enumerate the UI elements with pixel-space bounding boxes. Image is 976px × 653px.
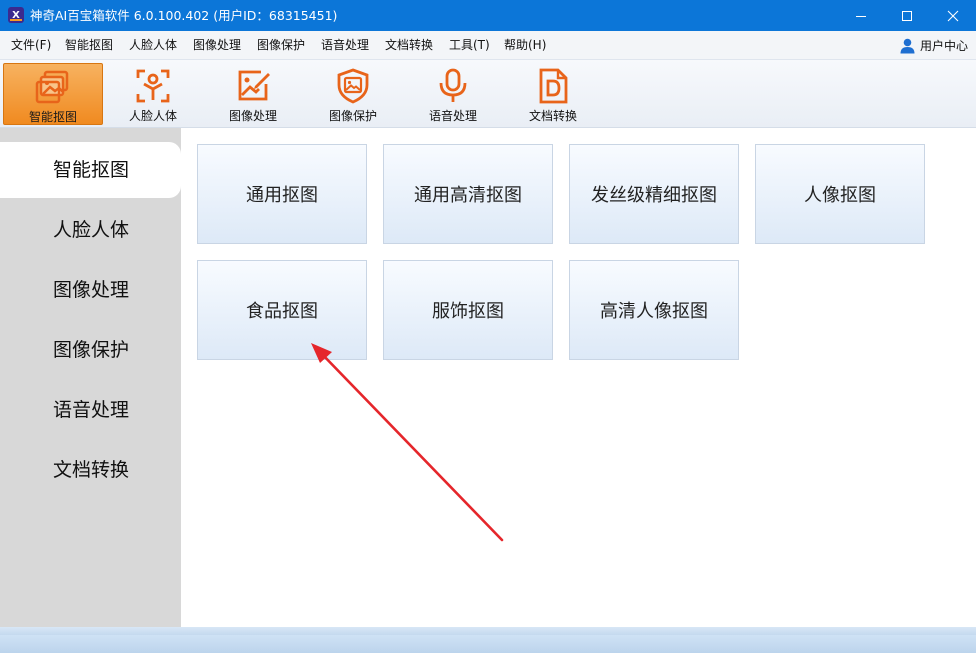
sidebar-item-smart-cutout[interactable]: 智能抠图 [0,142,181,198]
document-convert-icon [539,68,568,104]
tool-image-protection[interactable]: 图像保护 [303,63,403,125]
card-clothing-cutout[interactable]: 服饰抠图 [383,260,553,360]
menu-file[interactable]: 文件(F) [11,31,51,60]
card-general-cutout[interactable]: 通用抠图 [197,144,367,244]
menu-help[interactable]: 帮助(H) [504,31,546,60]
menu-smart-cutout[interactable]: 智能抠图 [65,31,113,60]
menu-document-convert[interactable]: 文档转换 [385,31,433,60]
window-title: 神奇AI百宝箱软件 6.0.100.402 (用户ID：68315451) [30,8,338,23]
card-general-hd-cutout[interactable]: 通用高清抠图 [383,144,553,244]
user-center-label: 用户中心 [920,39,969,53]
maximize-icon [902,10,912,21]
menu-face-body[interactable]: 人脸人体 [129,31,177,60]
user-icon [900,38,915,53]
tool-smart-cutout[interactable]: 智能抠图 [3,63,103,125]
bottom-divider [0,627,976,635]
card-hair-fine-cutout[interactable]: 发丝级精细抠图 [569,144,739,244]
tool-label: 图像保护 [328,109,377,123]
microphone-icon [439,68,467,102]
title-bar: X 神奇AI百宝箱软件 6.0.100.402 (用户ID：68315451) [0,0,976,31]
tool-document-convert[interactable]: 文档转换 [503,63,603,125]
tool-label: 语音处理 [428,109,477,123]
image-shield-icon [337,68,369,104]
card-portrait-cutout[interactable]: 人像抠图 [755,144,925,244]
tool-label: 文档转换 [528,109,577,123]
menu-image-protection[interactable]: 图像保护 [257,31,305,60]
sidebar-item-image-processing[interactable]: 图像处理 [0,262,181,318]
function-panel: 通用抠图 通用高清抠图 发丝级精细抠图 人像抠图 食品抠图 服饰抠图 高清人像抠… [181,128,976,627]
image-stack-icon [35,70,69,104]
face-body-icon [136,69,170,103]
app-logo-icon: X [8,7,24,23]
tool-face-body[interactable]: 人脸人体 [103,63,203,125]
sidebar-item-voice-processing[interactable]: 语音处理 [0,382,181,438]
menu-image-processing[interactable]: 图像处理 [193,31,241,60]
menu-tools[interactable]: 工具(T) [449,31,490,60]
tool-voice-processing[interactable]: 语音处理 [403,63,503,125]
minimize-button[interactable] [838,0,884,31]
toolbar: 智能抠图 人脸人体 图像处理 图像保护 语音处理 文档转换 [0,60,976,128]
sidebar-item-document-convert[interactable]: 文档转换 [0,442,181,498]
image-edit-icon [238,70,270,101]
sidebar-item-face-body[interactable]: 人脸人体 [0,202,181,258]
minimize-icon [856,15,866,17]
sidebar: 智能抠图 人脸人体 图像处理 图像保护 语音处理 文档转换 [0,128,181,627]
status-bar [0,635,976,653]
tool-label: 图像处理 [228,109,277,123]
card-food-cutout[interactable]: 食品抠图 [197,260,367,360]
tool-label: 智能抠图 [28,110,77,124]
sidebar-item-image-protection[interactable]: 图像保护 [0,322,181,378]
menu-bar: 文件(F) 智能抠图 人脸人体 图像处理 图像保护 语音处理 文档转换 工具(T… [0,31,976,60]
menu-voice-processing[interactable]: 语音处理 [321,31,369,60]
card-hd-portrait-cutout[interactable]: 高清人像抠图 [569,260,739,360]
tool-image-processing[interactable]: 图像处理 [203,63,303,125]
tool-label: 人脸人体 [128,109,177,123]
user-center-button[interactable]: 用户中心 [900,31,968,60]
close-button[interactable] [930,0,976,31]
maximize-button[interactable] [884,0,930,31]
close-icon [947,10,959,21]
